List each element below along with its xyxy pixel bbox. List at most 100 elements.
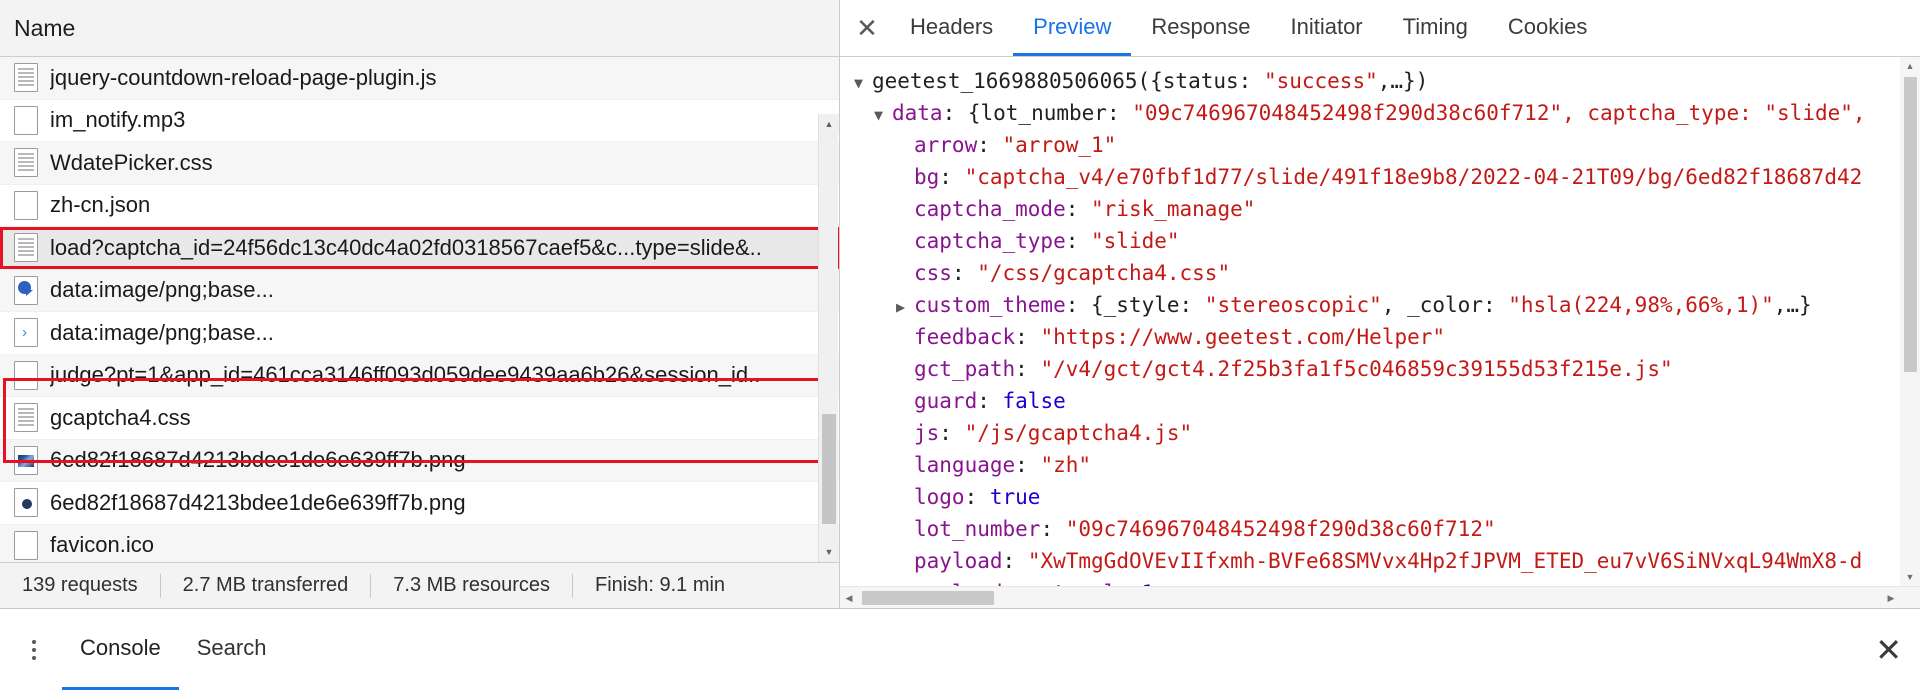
tab-response[interactable]: Response bbox=[1131, 0, 1270, 56]
table-row[interactable]: 6ed82f18687d4213bdee1de6e639ff7b.png bbox=[0, 439, 839, 482]
network-request-list[interactable]: jquery-countdown-reload-page-plugin.js i… bbox=[0, 57, 839, 562]
json-string-value: "09c746967048452498f290d38c60f712", capt… bbox=[1132, 101, 1866, 125]
json-string-value: "success" bbox=[1263, 69, 1378, 93]
tab-cookies[interactable]: Cookies bbox=[1488, 0, 1607, 56]
network-list-header: Name bbox=[0, 0, 839, 57]
json-string-value: "09c746967048452498f290d38c60f712" bbox=[1065, 517, 1496, 541]
request-name: im_notify.mp3 bbox=[50, 107, 186, 133]
scroll-left-icon[interactable]: ◀ bbox=[840, 587, 858, 608]
table-row-selected[interactable]: load?captcha_id=24f56dc13c40dc4a02fd0318… bbox=[0, 227, 839, 270]
json-text: : bbox=[1065, 229, 1092, 253]
json-key: custom_theme bbox=[914, 293, 1066, 317]
json-string-value: "/js/gcaptcha4.js" bbox=[964, 421, 1193, 445]
json-line[interactable]: captcha_type: "slide" bbox=[854, 225, 1920, 257]
blank-file-icon bbox=[14, 360, 38, 390]
json-key: data bbox=[892, 101, 943, 125]
drawer-close-icon[interactable]: ✕ bbox=[1875, 634, 1902, 666]
blank-file-icon bbox=[14, 530, 38, 560]
scroll-up-icon[interactable]: ▲ bbox=[1900, 57, 1920, 75]
json-line[interactable]: ▶ custom_theme: {_style: "stereoscopic", … bbox=[854, 289, 1920, 321]
blank-file-icon bbox=[14, 190, 38, 220]
json-key: js bbox=[914, 421, 940, 445]
table-row[interactable]: data:image/png;base... bbox=[0, 312, 839, 355]
table-row[interactable]: zh-cn.json bbox=[0, 185, 839, 227]
status-requests: 139 requests bbox=[0, 573, 161, 598]
request-details-panel: ✕ Headers Preview Response Initiator Tim… bbox=[840, 0, 1920, 608]
drawer-tab-console[interactable]: Console bbox=[62, 610, 179, 690]
network-list-scrollbar[interactable]: ▲ ▼ bbox=[818, 114, 839, 562]
triangle-right-icon[interactable]: ▶ bbox=[896, 291, 914, 321]
tab-timing[interactable]: Timing bbox=[1383, 0, 1488, 56]
table-row[interactable]: WdatePicker.css bbox=[0, 142, 839, 185]
close-icon[interactable]: ✕ bbox=[844, 5, 890, 51]
request-name: 6ed82f18687d4213bdee1de6e639ff7b.png bbox=[50, 447, 466, 473]
json-text: : bbox=[939, 421, 965, 445]
request-name: load?captcha_id=24f56dc13c40dc4a02fd0318… bbox=[50, 234, 762, 260]
tab-headers[interactable]: Headers bbox=[890, 0, 1013, 56]
json-string-value: "stereoscopic" bbox=[1204, 293, 1382, 317]
drawer-tab-search[interactable]: Search bbox=[179, 610, 285, 690]
json-text: : bbox=[977, 133, 1003, 157]
json-line[interactable]: arrow: "arrow_1" bbox=[854, 129, 1920, 161]
scroll-right-icon[interactable]: ▶ bbox=[1882, 587, 1900, 608]
json-text: : bbox=[977, 389, 1003, 413]
json-line[interactable]: bg: "captcha_v4/e70fbf1d77/slide/491f18e… bbox=[854, 161, 1920, 193]
table-row[interactable]: gcaptcha4.css bbox=[0, 397, 839, 440]
scroll-up-icon[interactable]: ▲ bbox=[819, 114, 839, 134]
json-line[interactable]: gct_path: "/v4/gct/gct4.2f25b3fa1f5c0468… bbox=[854, 353, 1920, 385]
triangle-down-icon[interactable]: ▼ bbox=[854, 67, 872, 97]
json-string-value: "/v4/gct/gct4.2f25b3fa1f5c046859c39155d5… bbox=[1040, 357, 1673, 381]
json-line[interactable]: language: "zh" bbox=[854, 449, 1920, 481]
console-drawer: Console Search ✕ bbox=[0, 608, 1920, 690]
triangle-down-icon[interactable]: ▼ bbox=[874, 99, 892, 129]
json-string-value: "arrow_1" bbox=[1002, 133, 1117, 157]
json-text: ,…}) bbox=[1377, 69, 1429, 93]
json-key: arrow bbox=[914, 133, 978, 157]
json-text: , _color: bbox=[1381, 293, 1509, 317]
json-line[interactable]: lot_number: "09c746967048452498f290d38c6… bbox=[854, 513, 1920, 545]
table-row[interactable]: 6ed82f18687d4213bdee1de6e639ff7b.png bbox=[0, 482, 839, 525]
json-preview-tree[interactable]: ▼ geetest_1669880506065({status: "success… bbox=[840, 57, 1920, 608]
more-options-icon[interactable] bbox=[6, 622, 62, 678]
json-line[interactable]: js: "/js/gcaptcha4.js" bbox=[854, 417, 1920, 449]
preview-vertical-scrollbar[interactable]: ▲ ▼ bbox=[1900, 57, 1920, 586]
json-line[interactable]: ▼ geetest_1669880506065({status: "success… bbox=[854, 65, 1920, 97]
json-string-value: "/css/gcaptcha4.css" bbox=[977, 261, 1231, 285]
devtools-window: Name jquery-countdown-reload-page-plugin… bbox=[0, 0, 1920, 690]
table-row[interactable]: data:image/png;base... bbox=[0, 269, 839, 312]
json-text: : bbox=[1015, 453, 1041, 477]
table-row[interactable]: judge?pt=1&app_id=461cca3146ff093d059dee… bbox=[0, 354, 839, 397]
json-line[interactable]: payload: "XwTmgGdOVEvIIfxmh-BVFe68SMVvx4… bbox=[854, 545, 1920, 577]
json-line[interactable]: css: "/css/gcaptcha4.css" bbox=[854, 257, 1920, 289]
scroll-down-icon[interactable]: ▼ bbox=[1900, 568, 1920, 586]
json-text: : bbox=[951, 261, 978, 285]
tab-preview[interactable]: Preview bbox=[1013, 0, 1132, 56]
json-key: captcha_mode bbox=[914, 197, 1066, 221]
json-line[interactable]: logo: true bbox=[854, 481, 1920, 513]
tab-initiator[interactable]: Initiator bbox=[1270, 0, 1382, 56]
preview-horizontal-scrollbar[interactable]: ◀ ▶ bbox=[840, 586, 1920, 608]
scrollbar-thumb[interactable] bbox=[822, 414, 836, 524]
request-name: jquery-countdown-reload-page-plugin.js bbox=[50, 64, 437, 90]
document-icon bbox=[14, 63, 38, 93]
document-icon bbox=[14, 148, 38, 178]
network-status-bar: 139 requests 2.7 MB transferred 7.3 MB r… bbox=[0, 562, 839, 608]
table-row[interactable]: jquery-countdown-reload-page-plugin.js bbox=[0, 57, 839, 100]
json-key: guard bbox=[914, 389, 978, 413]
json-key: bg bbox=[914, 165, 940, 189]
json-line[interactable]: captcha_mode: "risk_manage" bbox=[854, 193, 1920, 225]
table-row[interactable]: favicon.ico bbox=[0, 524, 839, 562]
request-name: data:image/png;base... bbox=[50, 277, 274, 303]
scrollbar-thumb[interactable] bbox=[862, 591, 994, 605]
table-row[interactable]: im_notify.mp3 bbox=[0, 100, 839, 142]
json-text: : bbox=[1040, 517, 1066, 541]
json-line[interactable]: guard: false bbox=[854, 385, 1920, 417]
json-string-value: "XwTmgGdOVEvIIfxmh-BVFe68SMVvx4Hp2fJPVM_… bbox=[1027, 549, 1863, 573]
scrollbar-thumb[interactable] bbox=[1904, 77, 1917, 372]
json-text: : bbox=[1065, 197, 1092, 221]
column-header-name[interactable]: Name bbox=[14, 15, 75, 42]
scroll-down-icon[interactable]: ▼ bbox=[819, 542, 839, 562]
json-line[interactable]: feedback: "https://www.geetest.com/Helpe… bbox=[854, 321, 1920, 353]
status-transferred: 2.7 MB transferred bbox=[161, 573, 372, 598]
json-line[interactable]: ▼ data: {lot_number: "09c746967048452498f… bbox=[854, 97, 1920, 129]
